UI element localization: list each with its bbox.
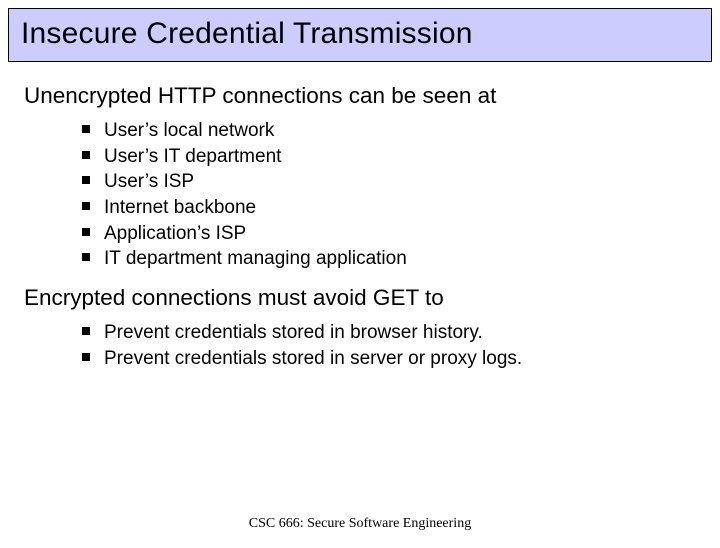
- section-heading-1: Unencrypted HTTP connections can be seen…: [24, 82, 696, 110]
- list-item: IT department managing application: [82, 246, 696, 272]
- bullet-list-1: User’s local network User’s IT departmen…: [82, 118, 696, 272]
- slide-title-box: Insecure Credential Transmission: [8, 8, 712, 62]
- list-item: User’s local network: [82, 118, 696, 144]
- list-item: Prevent credentials stored in server or …: [82, 346, 696, 372]
- bullet-list-2: Prevent credentials stored in browser hi…: [82, 320, 696, 371]
- list-item: User’s IT department: [82, 144, 696, 170]
- slide-footer: CSC 666: Secure Software Engineering: [0, 516, 720, 532]
- list-item: Application’s ISP: [82, 221, 696, 247]
- section-heading-2: Encrypted connections must avoid GET to: [24, 284, 696, 312]
- list-item: User’s ISP: [82, 169, 696, 195]
- list-item: Prevent credentials stored in browser hi…: [82, 320, 696, 346]
- slide-body: Unencrypted HTTP connections can be seen…: [0, 62, 720, 371]
- list-item: Internet backbone: [82, 195, 696, 221]
- slide-title: Insecure Credential Transmission: [21, 17, 699, 51]
